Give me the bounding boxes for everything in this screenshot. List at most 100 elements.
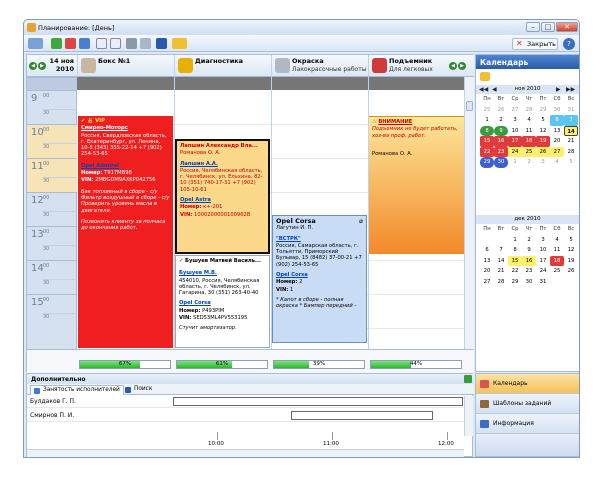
paste-icon[interactable] [110, 38, 121, 49]
calendar-day[interactable]: 30 [494, 157, 508, 168]
calendar-day[interactable]: 19 [564, 256, 578, 267]
calendar-day[interactable]: 13 [550, 126, 564, 137]
prev-icon[interactable]: ◀ [492, 85, 497, 94]
calendar-day[interactable]: 21 [494, 266, 508, 277]
calendar-day[interactable]: 26 [564, 266, 578, 277]
calendar-day[interactable]: 2 [522, 235, 536, 246]
calendar-day[interactable]: 17 [536, 256, 550, 267]
calendar-day[interactable]: 9 [522, 245, 536, 256]
maximize-button[interactable]: □ [541, 22, 555, 32]
delete-icon[interactable] [65, 38, 76, 49]
calendar-day[interactable]: 27 [508, 105, 522, 116]
calendar-day[interactable]: 31 [536, 277, 550, 288]
appointment-vip[interactable]: ✔ 🔒 VIP Смирно-Моторс Россия, Свердловск… [78, 116, 173, 348]
schedule-scrollbar[interactable] [464, 77, 474, 349]
calendar-day[interactable]: 10 [536, 245, 550, 256]
appointment-bushuev[interactable]: ✔ Бушуев Матвей Василь... Бушуев М.В. 45… [175, 255, 270, 348]
calendar-day[interactable]: 28 [564, 147, 578, 158]
calendar-day[interactable]: 18 [522, 136, 536, 147]
calendar-day[interactable]: 15 [508, 255, 522, 266]
calendar-day[interactable]: 29 [480, 157, 494, 168]
calendar-day[interactable]: 15 [480, 136, 494, 147]
view-menu-icon[interactable] [28, 38, 43, 49]
next-month-icon[interactable]: ▶▶ [566, 85, 575, 94]
calendar-day[interactable]: 22 [508, 266, 522, 277]
calendar-day[interactable]: 16 [522, 255, 536, 266]
add-icon[interactable] [51, 38, 62, 49]
calendar-day[interactable]: 4 [550, 235, 564, 246]
column-box1[interactable]: Бокс №1 [77, 55, 174, 77]
calendar-day[interactable]: 7 [494, 245, 508, 256]
prev-month-icon[interactable]: ◀◀ [479, 85, 488, 94]
binoculars-icon[interactable] [156, 38, 167, 49]
column-painting[interactable]: Окраска Лакокрасочные работы [271, 55, 368, 77]
calendar-day[interactable]: 16 [494, 136, 508, 147]
calendar-day[interactable]: 24 [536, 266, 550, 277]
calendar-day[interactable]: 14 [494, 256, 508, 267]
print-icon[interactable] [126, 38, 137, 49]
calendar-day[interactable]: 8 [508, 245, 522, 256]
calendar-day[interactable]: 24 [508, 146, 522, 157]
calendar-day[interactable]: 4 [550, 157, 564, 168]
calendar-day[interactable]: 20 [550, 136, 564, 147]
calendar-day[interactable]: 30 [522, 277, 536, 288]
calendar-options-icon[interactable] [480, 72, 490, 81]
edit-icon[interactable] [79, 38, 90, 49]
calendar-day[interactable]: 3 [508, 115, 522, 126]
employee-row[interactable]: Смирнов П. И. [27, 410, 464, 422]
calendar-day[interactable]: 22 [480, 146, 494, 157]
calendar-day[interactable]: 5 [536, 115, 550, 126]
expand-icon[interactable] [464, 375, 472, 383]
calendar-day[interactable]: 5 [564, 235, 578, 246]
calendar-day[interactable]: 27 [480, 277, 494, 288]
calendar-day[interactable]: 3 [536, 235, 550, 246]
column-diagnostics[interactable]: Диагностика [174, 55, 271, 77]
copy-icon[interactable] [96, 38, 107, 49]
appointment-warning[interactable]: ⚠ ВНИМАНИЕ Подъемник не будет работать, … [369, 116, 464, 254]
appointment-lapshin[interactable]: Лапшин Александр Вла... Романова О. А. Л… [175, 139, 270, 254]
employee-row[interactable]: Булдаков Г. П. [27, 396, 464, 408]
calendar-day[interactable]: 5 [564, 157, 578, 168]
bottom-scrollbar[interactable] [464, 396, 473, 436]
calendar-day[interactable]: 25 [480, 105, 494, 116]
calendar-day[interactable]: 25 [522, 146, 536, 157]
bottom-hscrollbar[interactable] [27, 449, 464, 457]
calendar-day[interactable]: 13 [480, 256, 494, 267]
minimize-button[interactable]: – [526, 22, 540, 32]
calendar-day[interactable]: 8 [480, 125, 494, 136]
calendar-day[interactable]: 25 [550, 266, 564, 277]
calendar-day[interactable]: 2 [494, 115, 508, 126]
calendar-day[interactable]: 1 [508, 235, 522, 246]
calendar-day[interactable]: 1 [480, 115, 494, 126]
calendar-day[interactable]: 23 [522, 266, 536, 277]
scroll-left-icon[interactable]: ◀ [449, 62, 457, 70]
calendar-day[interactable]: 10 [508, 126, 522, 137]
prev-day-icon[interactable]: ◀ [29, 62, 37, 70]
calendar-day[interactable]: 6 [480, 245, 494, 256]
calendar-day[interactable]: 26 [494, 105, 508, 116]
calendar-day[interactable]: 29 [508, 277, 522, 288]
calendar-day[interactable]: 9 [494, 125, 508, 136]
calendar-day[interactable]: 21 [564, 136, 578, 147]
calendar-day[interactable]: 27 [550, 146, 564, 157]
options-icon[interactable] [172, 38, 187, 49]
calendar-day[interactable]: 17 [508, 136, 522, 147]
calendar-day[interactable]: 26 [536, 146, 550, 157]
close-window-button[interactable]: ✕ [556, 22, 578, 32]
calendar-day[interactable]: 2 [522, 157, 536, 168]
calendar-day[interactable]: 23 [494, 146, 508, 157]
calendar-day[interactable]: 29 [536, 105, 550, 116]
save-icon[interactable] [140, 38, 151, 49]
nav-task-templates[interactable]: Шаблоны заданий [476, 394, 579, 414]
calendar-day[interactable]: 3 [536, 157, 550, 168]
calendar-day[interactable]: 28 [494, 277, 508, 288]
calendar-day[interactable]: 11 [550, 245, 564, 256]
calendar-day[interactable]: 12 [564, 245, 578, 256]
calendar-day[interactable]: 1 [508, 157, 522, 168]
calendar-day[interactable]: 18 [550, 255, 564, 266]
calendar-day[interactable]: 12 [536, 126, 550, 137]
calendar-day[interactable]: 14 [564, 125, 578, 136]
next-day-icon[interactable]: ▶ [38, 62, 46, 70]
scrollbar-thumb[interactable] [466, 101, 473, 111]
scroll-right-icon[interactable]: ▶ [458, 62, 466, 70]
